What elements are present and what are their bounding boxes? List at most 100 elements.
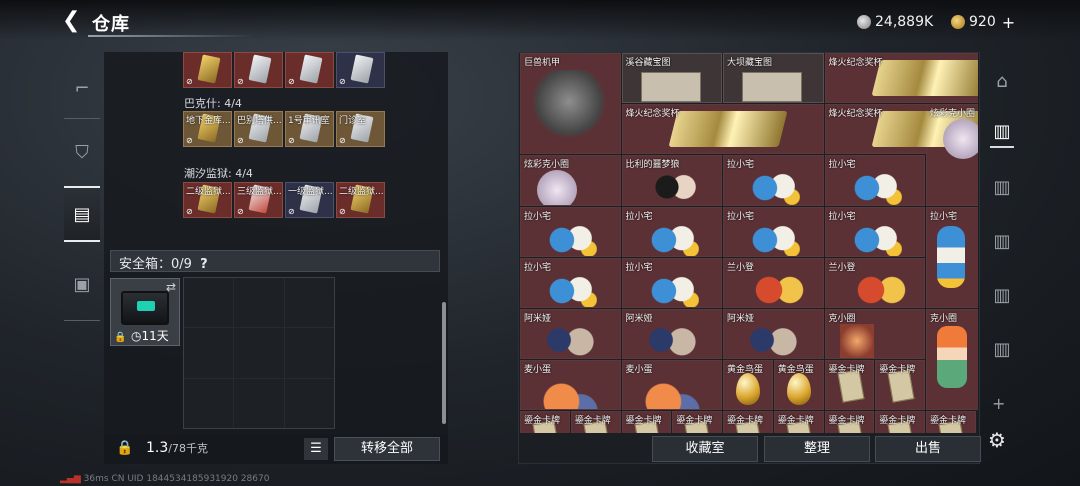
keycard-slot[interactable]: 门诊室 ⊘ <box>336 111 385 147</box>
stash-item[interactable]: 溪谷藏宝图 <box>621 53 722 104</box>
stash-item[interactable]: 克小圈 <box>926 309 978 411</box>
keycard-slot[interactable]: 二级监狱... ⊘ <box>183 182 232 218</box>
keycard-slot[interactable]: ⊘ <box>183 52 232 88</box>
stash-page-4-tab-icon[interactable]: ▥ <box>986 278 1018 314</box>
grid-cell[interactable] <box>184 278 234 328</box>
safe-box-slot[interactable]: ⇄ 🔒 ◷11天 <box>110 278 180 346</box>
stash-item[interactable]: 拉小宅 <box>621 206 722 257</box>
keycard-name: 三级监狱... <box>237 187 282 197</box>
stash-item[interactable]: 拉小宅 <box>723 206 824 257</box>
keycard-slot[interactable]: ⊘ <box>234 52 283 88</box>
scrollbar[interactable] <box>442 302 446 424</box>
keycard-slot[interactable]: 地下金库... ⊘ <box>183 111 232 147</box>
dollv-icon <box>937 225 965 288</box>
gold-currency[interactable]: 920 + <box>951 12 1015 32</box>
weight-capacity: /78千克 <box>168 442 208 455</box>
transfer-all-button[interactable]: 转移全部 <box>334 437 440 461</box>
grid-cell[interactable] <box>234 328 284 378</box>
pinkdoll-icon <box>537 170 577 205</box>
sell-button[interactable]: 出售 <box>875 436 981 462</box>
grid-cell[interactable] <box>284 378 334 428</box>
stash-item[interactable]: 鎏金卡牌 <box>824 360 875 411</box>
stash-item[interactable]: 阿米娅 <box>621 309 722 360</box>
keycard-slot[interactable]: ⊘ <box>285 52 334 88</box>
stash-item[interactable]: 阿米娅 <box>520 309 621 360</box>
case-tab-icon[interactable]: ▣ <box>64 256 100 312</box>
keycard-slot[interactable]: 1号审讯室 ⊘ <box>285 111 334 147</box>
item-name: 鎏金卡牌 <box>524 416 561 427</box>
item-name: 比利的噩梦狼 <box>625 160 680 171</box>
stash-page-3-tab-icon[interactable]: ▥ <box>986 224 1018 260</box>
weapon-tab-icon[interactable]: ⌐ <box>64 60 100 116</box>
stash-item[interactable]: 兰小登 <box>723 257 824 308</box>
keycard-row-1: ⊘ ⊘ ⊘ ⊘ <box>183 52 385 88</box>
keycard-slot[interactable]: 三级监狱... ⊘ <box>234 182 283 218</box>
keycard-slot[interactable]: 二级监狱... ⊘ <box>336 182 385 218</box>
armor-tab-icon[interactable]: ⛉ <box>64 124 100 180</box>
stash-item[interactable]: 拉小宅 <box>926 206 978 308</box>
all-items-tab-icon[interactable]: ⌂ <box>986 64 1018 100</box>
stash-item[interactable]: 兰小登 <box>824 257 925 308</box>
stash-item[interactable]: 比利的噩梦狼 <box>621 155 722 206</box>
stash-item[interactable]: 鎏金卡牌 <box>875 360 925 411</box>
collection-room-button[interactable]: 收藏室 <box>652 436 758 462</box>
grid-cell[interactable] <box>184 328 234 378</box>
stash-page-5-tab-icon[interactable]: ▥ <box>986 332 1018 368</box>
stash-item[interactable]: 克小圈 <box>824 309 925 360</box>
stash-item[interactable]: 阿米娅 <box>723 309 824 360</box>
settings-gear-icon[interactable]: ⚙ <box>988 428 1006 452</box>
stash-item[interactable]: 拉小宅 <box>520 257 621 308</box>
keycard-icon <box>350 54 374 84</box>
keycard-slot[interactable]: 一级监狱... ⊘ <box>285 182 334 218</box>
item-name: 麦小蛋 <box>524 365 552 376</box>
stash-item[interactable]: 鎏金卡牌 <box>621 411 672 433</box>
stash-item[interactable]: 拉小宅 <box>520 206 621 257</box>
doll-icon <box>847 170 902 205</box>
stash-item[interactable]: 烽火纪念奖杯 <box>621 104 824 155</box>
stash-item[interactable]: 鎏金卡牌 <box>926 411 976 433</box>
item-name: 烽火纪念奖杯 <box>828 58 883 68</box>
stash-item[interactable]: 巨兽机甲 <box>520 53 621 155</box>
sort-button[interactable]: 整理 <box>764 436 870 462</box>
stash-item[interactable]: 鎏金卡牌 <box>570 411 621 433</box>
stash-item[interactable]: 黄金鸟蛋 <box>723 360 773 411</box>
back-arrow-icon[interactable]: ❮ <box>62 9 84 33</box>
safe-box-label: 安全箱：0/9 <box>119 257 192 272</box>
swap-icon[interactable]: ⇄ <box>166 280 176 294</box>
stash-page-2-tab-icon[interactable]: ▥ <box>986 170 1018 206</box>
stash-page-1-tab-icon[interactable]: ▥ <box>986 114 1018 150</box>
grid-cell[interactable] <box>234 278 284 328</box>
stash-item[interactable]: 拉小宅 <box>824 206 925 257</box>
trophy-icon <box>871 60 978 96</box>
stash-item[interactable]: 烽火纪念奖杯 <box>824 53 978 104</box>
stash-item[interactable]: 拉小宅 <box>621 257 722 308</box>
keycard-slot[interactable]: 巴别塔供... ⊘ <box>234 111 283 147</box>
grid-cell[interactable] <box>234 378 284 428</box>
stash-item[interactable]: 鎏金卡牌 <box>672 411 722 433</box>
keycard-slot[interactable]: ⊘ <box>336 52 385 88</box>
grid-cell[interactable] <box>284 328 334 378</box>
add-tab-icon[interactable]: + <box>992 394 1005 413</box>
stash-item[interactable]: 麦小蛋 <box>621 360 722 411</box>
stash-item[interactable]: 鎏金卡牌 <box>875 411 925 433</box>
stash-item[interactable]: 鎏金卡牌 <box>723 411 773 433</box>
add-currency-icon[interactable]: + <box>1002 13 1015 32</box>
stash-item[interactable]: 黄金鸟蛋 <box>773 360 824 411</box>
backpack-tab-icon[interactable]: ▤ <box>64 186 100 242</box>
grid-cell[interactable] <box>284 278 334 328</box>
stash-item[interactable]: 拉小宅 <box>723 155 824 206</box>
grid-cell[interactable] <box>184 378 234 428</box>
safe-box-grid[interactable] <box>183 277 335 429</box>
map-icon <box>742 72 802 102</box>
stash-item[interactable]: 鎏金卡牌 <box>824 411 875 433</box>
stash-item[interactable]: 拉小宅 <box>824 155 925 206</box>
stash-item[interactable]: 鎏金卡牌 <box>520 411 570 433</box>
stash-item[interactable]: 炫彩克小圈 <box>520 155 621 206</box>
stash-item[interactable]: 麦小蛋 <box>520 360 621 411</box>
stash-item[interactable]: 大坝藏宝图 <box>723 53 824 104</box>
help-icon[interactable]: ? <box>200 257 208 272</box>
trophy-icon <box>668 111 787 148</box>
list-view-icon[interactable]: ☰ <box>304 438 328 460</box>
gold-amount: 920 <box>969 14 996 30</box>
stash-item[interactable]: 鎏金卡牌 <box>773 411 824 433</box>
